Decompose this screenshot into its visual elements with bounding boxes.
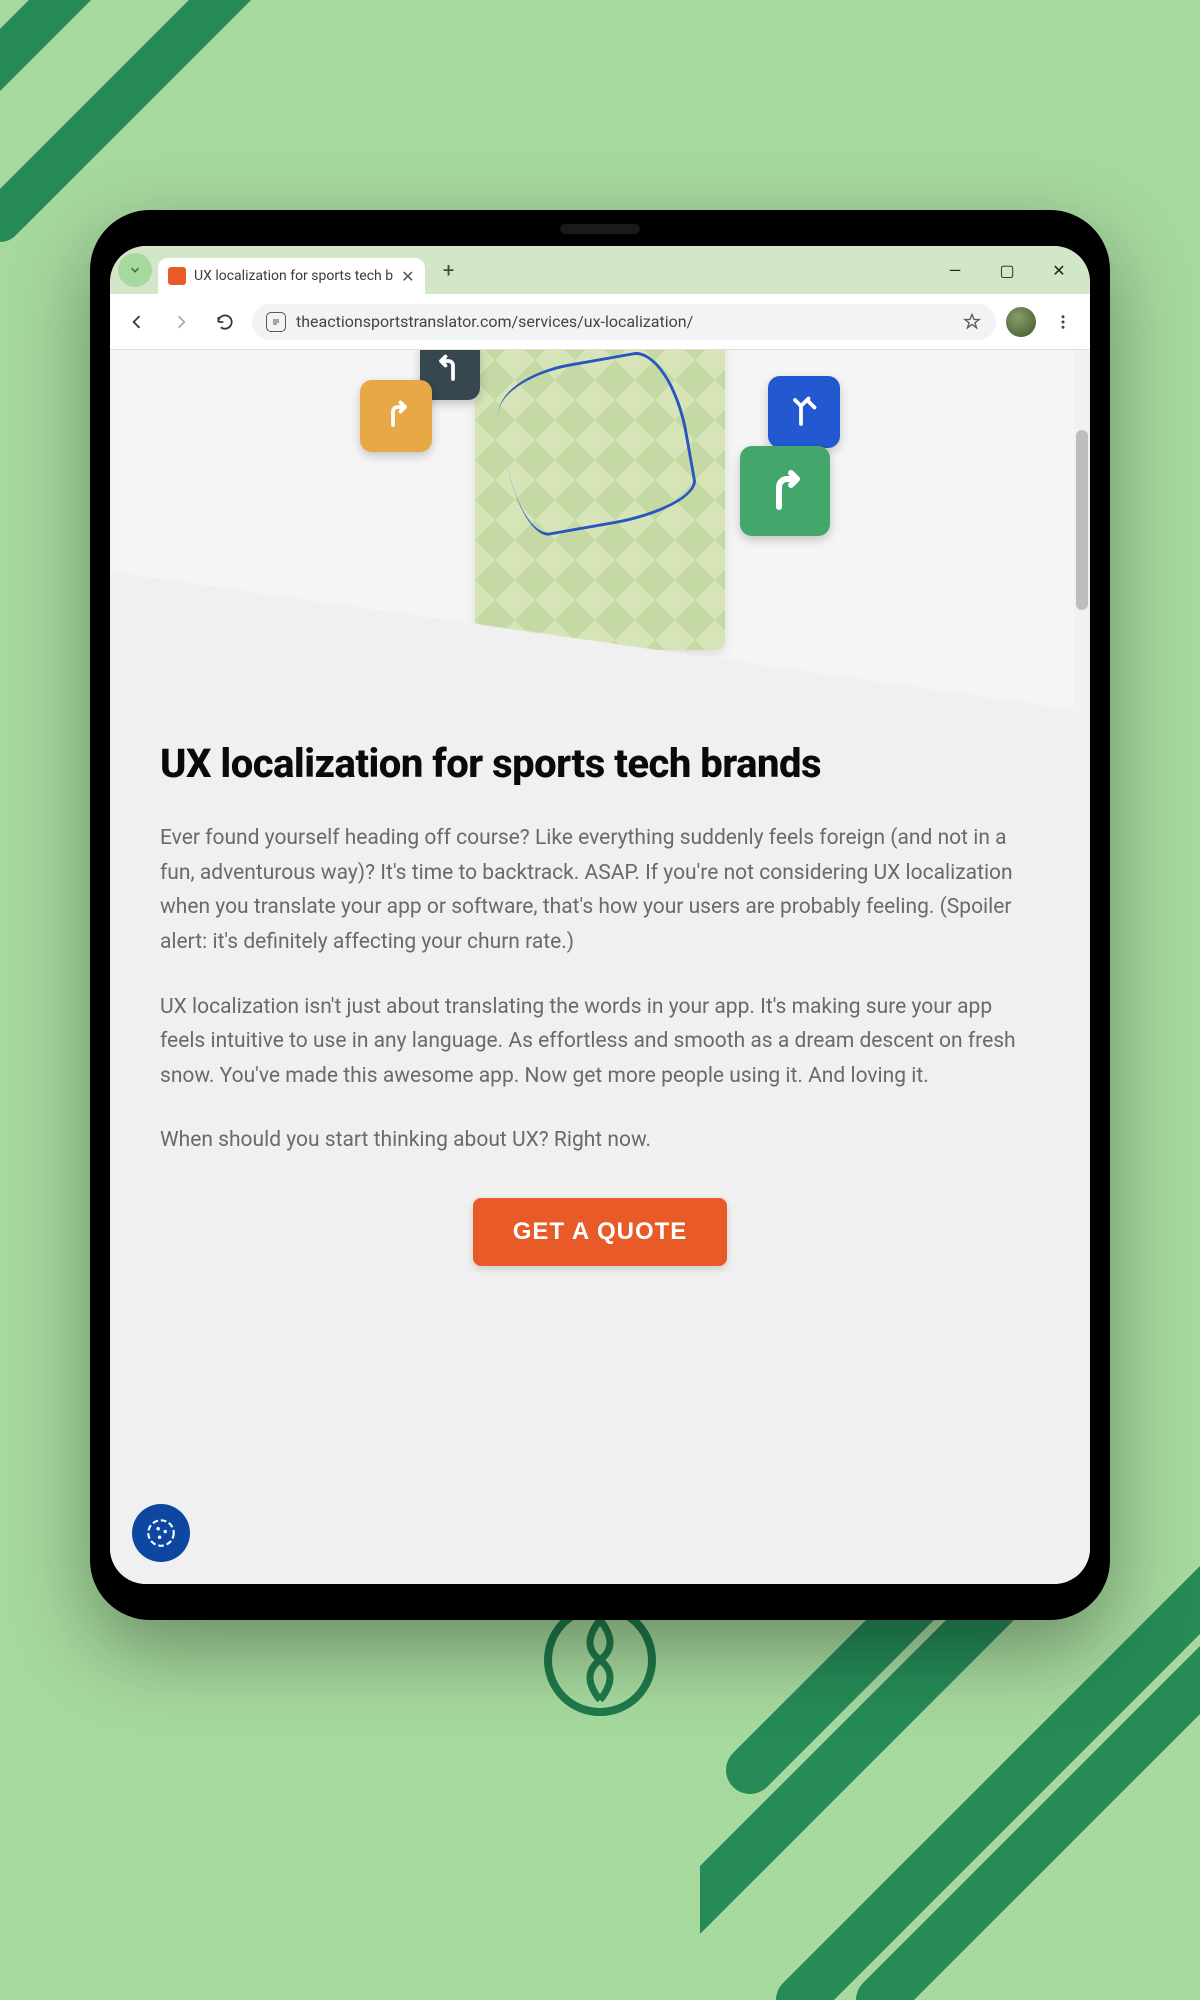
tablet-frame: UX localization for sports tech b ✕ + — … [90, 210, 1110, 1620]
profile-avatar[interactable] [1006, 307, 1036, 337]
nav-tile-green [740, 446, 830, 536]
reload-icon [215, 312, 235, 332]
paragraph-3: When should you start thinking about UX?… [160, 1123, 1040, 1158]
scrollbar-track[interactable] [1074, 350, 1090, 1584]
paragraph-1: Ever found yourself heading off course? … [160, 821, 1040, 960]
hero-section [110, 350, 1090, 710]
page-viewport[interactable]: UX localization for sports tech brands E… [110, 350, 1090, 1584]
tab-title: UX localization for sports tech b [194, 268, 393, 284]
scrollbar-thumb[interactable] [1076, 430, 1088, 610]
fork-right-icon [786, 394, 822, 430]
turn-right-large-icon [761, 467, 809, 515]
favicon-icon [168, 267, 186, 285]
arrow-right-icon [171, 312, 191, 332]
menu-button[interactable] [1046, 305, 1080, 339]
forward-button[interactable] [164, 305, 198, 339]
star-icon[interactable] [962, 312, 982, 332]
address-bar[interactable]: theactionsportstranslator.com/services/u… [252, 304, 996, 340]
paragraph-2: UX localization isn't just about transla… [160, 990, 1040, 1094]
reload-button[interactable] [208, 305, 242, 339]
page-heading: UX localization for sports tech brands [160, 740, 1040, 787]
browser-tab-strip: UX localization for sports tech b ✕ + — … [110, 246, 1090, 294]
browser-toolbar: theactionsportstranslator.com/services/u… [110, 294, 1090, 350]
window-close-button[interactable]: ✕ [1036, 255, 1082, 285]
content-section: UX localization for sports tech brands E… [110, 710, 1090, 1584]
tab-active[interactable]: UX localization for sports tech b ✕ [158, 258, 425, 294]
url-text: theactionsportstranslator.com/services/u… [296, 312, 693, 331]
nav-tile-yellow [360, 380, 432, 452]
back-button[interactable] [120, 305, 154, 339]
tab-close-button[interactable]: ✕ [401, 267, 414, 286]
arrow-left-icon [127, 312, 147, 332]
chevron-down-icon [128, 263, 142, 277]
site-settings-icon[interactable] [266, 312, 286, 332]
turn-right-icon [378, 398, 414, 434]
search-tabs-button[interactable] [118, 253, 152, 287]
window-restore-button[interactable]: ▢ [984, 255, 1030, 285]
turn-left-icon [432, 352, 468, 388]
new-tab-button[interactable]: + [435, 256, 463, 284]
get-quote-button[interactable]: GET A QUOTE [473, 1198, 728, 1266]
nav-tile-blue [768, 376, 840, 448]
tablet-screen: UX localization for sports tech b ✕ + — … [110, 246, 1090, 1584]
cookie-icon [144, 1516, 178, 1550]
cookie-badge[interactable] [132, 1504, 190, 1562]
kebab-icon [1054, 313, 1072, 331]
window-minimize-button[interactable]: — [932, 255, 978, 285]
